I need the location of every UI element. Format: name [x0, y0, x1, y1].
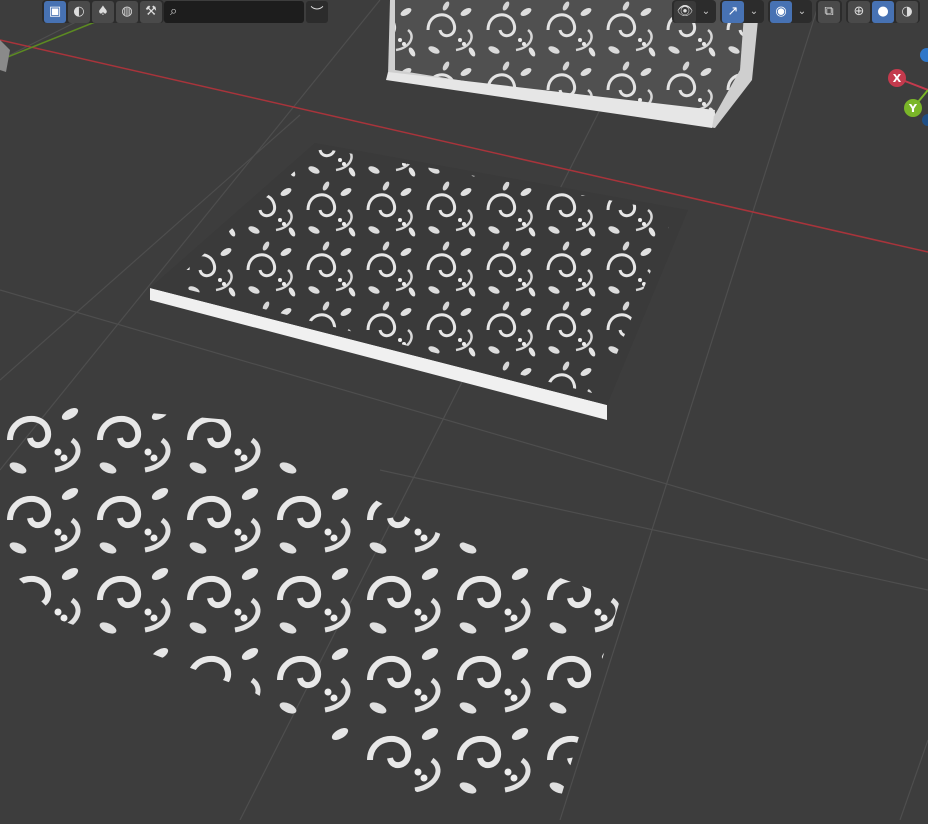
z-axis-handle[interactable] — [920, 48, 928, 62]
header-left-toolbar: ▣ ◐ ♠ ◍ ⚒ ⌕ ︶ — [42, 0, 328, 23]
y-axis-line — [0, 19, 101, 61]
3d-viewport[interactable] — [0, 0, 928, 821]
overlay-icon[interactable]: ◉ — [770, 0, 792, 23]
chevron-down-icon[interactable]: ⌄ — [746, 1, 762, 23]
overlay-group: ◉ ⌄ — [768, 0, 812, 23]
navigation-gizmo[interactable]: X Y — [880, 44, 928, 134]
gizmo-icon[interactable]: ↗ — [722, 0, 744, 23]
solid-shading-icon[interactable]: ● — [872, 0, 894, 23]
search-icon: ⌕ — [170, 4, 178, 19]
chevron-down-icon[interactable]: ⌄ — [794, 1, 810, 23]
y-axis-handle[interactable]: Y — [904, 99, 922, 117]
world-icon[interactable]: ◍ — [116, 0, 138, 23]
partial-object-left — [0, 40, 10, 72]
material-shading-icon[interactable]: ◑ — [896, 0, 918, 23]
search-input[interactable]: ⌕ — [164, 0, 304, 23]
mode-button-group: ▣ ◐ ♠ ◍ ⚒ — [42, 0, 164, 23]
gizmo-group: ↗ ⌄ — [720, 0, 764, 23]
eye-icon[interactable]: 👁 — [674, 0, 696, 23]
paint-icon[interactable]: ♠ — [92, 0, 114, 23]
header-right-toolbar: 👁 ⌄ ↗ ⌄ ◉ ⌄ ⧉ ⊕ ● ◑ — [672, 0, 920, 23]
shading-solid-icon[interactable]: ◐ — [68, 0, 90, 23]
xray-icon[interactable]: ⧉ — [818, 0, 840, 23]
neg-z-axis-handle[interactable] — [922, 114, 928, 126]
chevron-down-icon[interactable]: ⌄ — [698, 1, 714, 23]
visibility-group: 👁 ⌄ — [672, 0, 716, 23]
viewport-scene — [0, 0, 928, 821]
floor-ornament-decal — [0, 400, 620, 800]
x-axis-handle[interactable]: X — [888, 69, 906, 87]
select-box-icon[interactable]: ▣ — [44, 0, 66, 23]
shading-group: ⊕ ● ◑ — [846, 0, 920, 23]
chevron-down-icon[interactable]: ︶ — [306, 0, 328, 23]
brush-icon[interactable]: ⚒ — [140, 0, 162, 23]
xray-group: ⧉ — [816, 0, 842, 23]
wireframe-icon[interactable]: ⊕ — [848, 0, 870, 23]
